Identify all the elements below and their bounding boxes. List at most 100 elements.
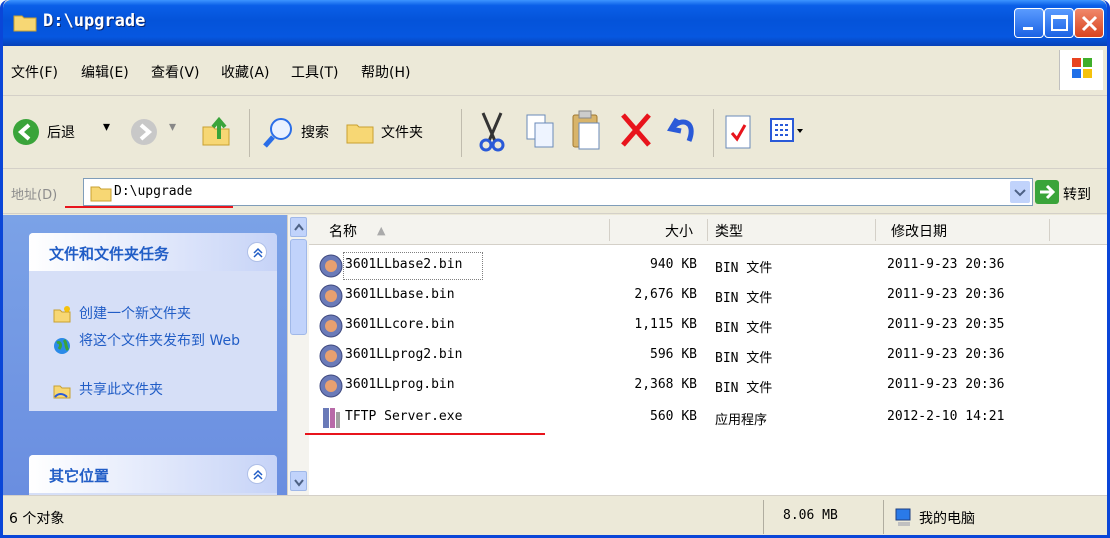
menu-tools[interactable]: 工具(T) <box>291 62 338 82</box>
toolbar-separator <box>461 109 462 157</box>
column-name-header[interactable]: 名称 <box>329 221 357 241</box>
file-type: BIN 文件 <box>715 291 773 306</box>
views-button[interactable] <box>769 117 809 151</box>
views-grid-icon <box>770 118 803 142</box>
file-name[interactable]: 3601LLbase.bin <box>345 287 455 302</box>
close-button[interactable] <box>1074 8 1104 38</box>
file-name[interactable]: TFTP Server.exe <box>345 409 462 424</box>
address-value[interactable]: D:\upgrade <box>114 184 192 199</box>
file-size: 2,676 KB <box>634 287 697 302</box>
file-folder-tasks-header[interactable]: 文件和文件夹任务 <box>29 233 277 271</box>
file-row[interactable]: 3601LLprog.bin 2,368 KB BIN 文件 2011-9-23… <box>309 371 1107 401</box>
minimize-button[interactable] <box>1014 8 1044 38</box>
chevron-up-icon <box>253 469 263 480</box>
properties-icon <box>725 115 751 149</box>
task-new-folder[interactable]: 创建一个新文件夹 <box>79 303 191 323</box>
new-folder-icon <box>53 306 71 323</box>
column-separator[interactable] <box>875 219 876 241</box>
file-modified: 2011-9-23 20:36 <box>887 377 1005 392</box>
file-folder-tasks-title: 文件和文件夹任务 <box>49 245 170 263</box>
file-row[interactable]: 3601LLbase2.bin 940 KB BIN 文件 2011-9-23 … <box>309 251 1107 281</box>
column-type-header[interactable]: 类型 <box>715 221 743 241</box>
folders-icon <box>346 124 374 144</box>
toolbar-separator <box>713 109 714 157</box>
scroll-down-button[interactable] <box>290 471 307 491</box>
list-header: 名称 ▲ 大小 类型 修改日期 <box>309 215 1107 245</box>
column-separator[interactable] <box>707 219 708 241</box>
menu-help[interactable]: 帮助(H) <box>361 62 410 82</box>
scroll-up-button[interactable] <box>290 217 307 237</box>
collapse-button[interactable] <box>247 464 267 484</box>
status-object-count: 6 个对象 <box>9 511 65 527</box>
undo-icon <box>667 117 694 142</box>
bin-file-icon <box>319 254 343 278</box>
go-button[interactable] <box>1035 180 1059 204</box>
undo-button[interactable] <box>667 111 701 155</box>
status-separator <box>763 500 764 534</box>
toolbar-separator <box>249 109 250 157</box>
go-label[interactable]: 转到 <box>1063 184 1091 204</box>
task-pane: 文件和文件夹任务 创建一个新文件夹 将这个文件夹发布到 Web 共享此文件夹 其… <box>3 215 287 495</box>
column-separator[interactable] <box>1049 219 1050 241</box>
copy-button[interactable] <box>523 111 557 157</box>
task-publish-web[interactable]: 将这个文件夹发布到 Web <box>79 333 269 349</box>
file-row[interactable]: 3601LLprog2.bin 596 KB BIN 文件 2011-9-23 … <box>309 341 1107 371</box>
menu-edit[interactable]: 编辑(E) <box>81 62 129 82</box>
task-pane-scrollbar[interactable] <box>287 215 309 495</box>
file-modified: 2012-2-10 14:21 <box>887 409 1005 424</box>
file-name[interactable]: 3601LLprog.bin <box>345 377 455 392</box>
column-modified-header[interactable]: 修改日期 <box>891 221 947 241</box>
title-bar[interactable]: D:\upgrade <box>3 0 1107 46</box>
window-title: D:\upgrade <box>43 11 146 31</box>
properties-button[interactable] <box>723 113 753 155</box>
search-label[interactable]: 搜索 <box>301 122 329 142</box>
cut-button[interactable] <box>475 111 509 157</box>
forward-dropdown[interactable]: ▾ <box>169 119 176 135</box>
menu-file[interactable]: 文件(F) <box>11 62 58 82</box>
maximize-button[interactable] <box>1044 8 1074 38</box>
globe-icon <box>54 338 70 354</box>
file-row[interactable]: TFTP Server.exe 560 KB 应用程序 2012-2-10 14… <box>309 403 1107 433</box>
file-size: 940 KB <box>650 257 697 272</box>
forward-button[interactable] <box>129 117 159 151</box>
search-icon <box>263 118 292 148</box>
back-label[interactable]: 后退 <box>47 122 75 142</box>
delete-button[interactable] <box>619 111 653 155</box>
address-dropdown-button[interactable] <box>1010 181 1030 203</box>
file-name[interactable]: 3601LLbase2.bin <box>345 257 462 272</box>
column-size-header[interactable]: 大小 <box>665 221 693 241</box>
task-share-folder[interactable]: 共享此文件夹 <box>79 379 163 399</box>
folders-button[interactable] <box>345 117 375 151</box>
file-row[interactable]: 3601LLbase.bin 2,676 KB BIN 文件 2011-9-23… <box>309 281 1107 311</box>
file-type: 应用程序 <box>715 413 768 428</box>
chevron-down-icon <box>294 479 304 487</box>
chevron-down-icon <box>1014 189 1026 197</box>
maximize-icon <box>1051 15 1068 31</box>
file-name[interactable]: 3601LLcore.bin <box>345 317 455 332</box>
file-modified: 2011-9-23 20:36 <box>887 287 1005 302</box>
menu-favorites[interactable]: 收藏(A) <box>221 62 270 82</box>
address-underline <box>65 206 233 208</box>
address-input[interactable]: D:\upgrade <box>83 178 1033 206</box>
folders-label[interactable]: 文件夹 <box>381 122 423 142</box>
search-button[interactable] <box>261 115 295 153</box>
file-row[interactable]: 3601LLcore.bin 1,115 KB BIN 文件 2011-9-23… <box>309 311 1107 341</box>
file-modified: 2011-9-23 20:35 <box>887 317 1005 332</box>
up-button[interactable] <box>199 115 233 153</box>
column-separator[interactable] <box>609 219 610 241</box>
file-underline <box>305 433 545 435</box>
folder-icon <box>90 186 112 202</box>
other-places-header[interactable]: 其它位置 <box>29 455 277 493</box>
status-separator <box>883 500 884 534</box>
collapse-button[interactable] <box>247 242 267 262</box>
back-dropdown[interactable]: ▾ <box>103 119 110 135</box>
status-location: 我的电脑 <box>919 511 975 527</box>
menu-view[interactable]: 查看(V) <box>151 62 200 82</box>
scroll-thumb[interactable] <box>290 239 307 335</box>
back-arrow-icon <box>13 119 39 145</box>
file-name[interactable]: 3601LLprog2.bin <box>345 347 462 362</box>
back-button[interactable] <box>11 117 41 151</box>
toolbar: 后退 ▾ ▾ 搜索 文件夹 <box>3 97 1107 169</box>
file-size: 2,368 KB <box>634 377 697 392</box>
paste-button[interactable] <box>569 109 603 157</box>
